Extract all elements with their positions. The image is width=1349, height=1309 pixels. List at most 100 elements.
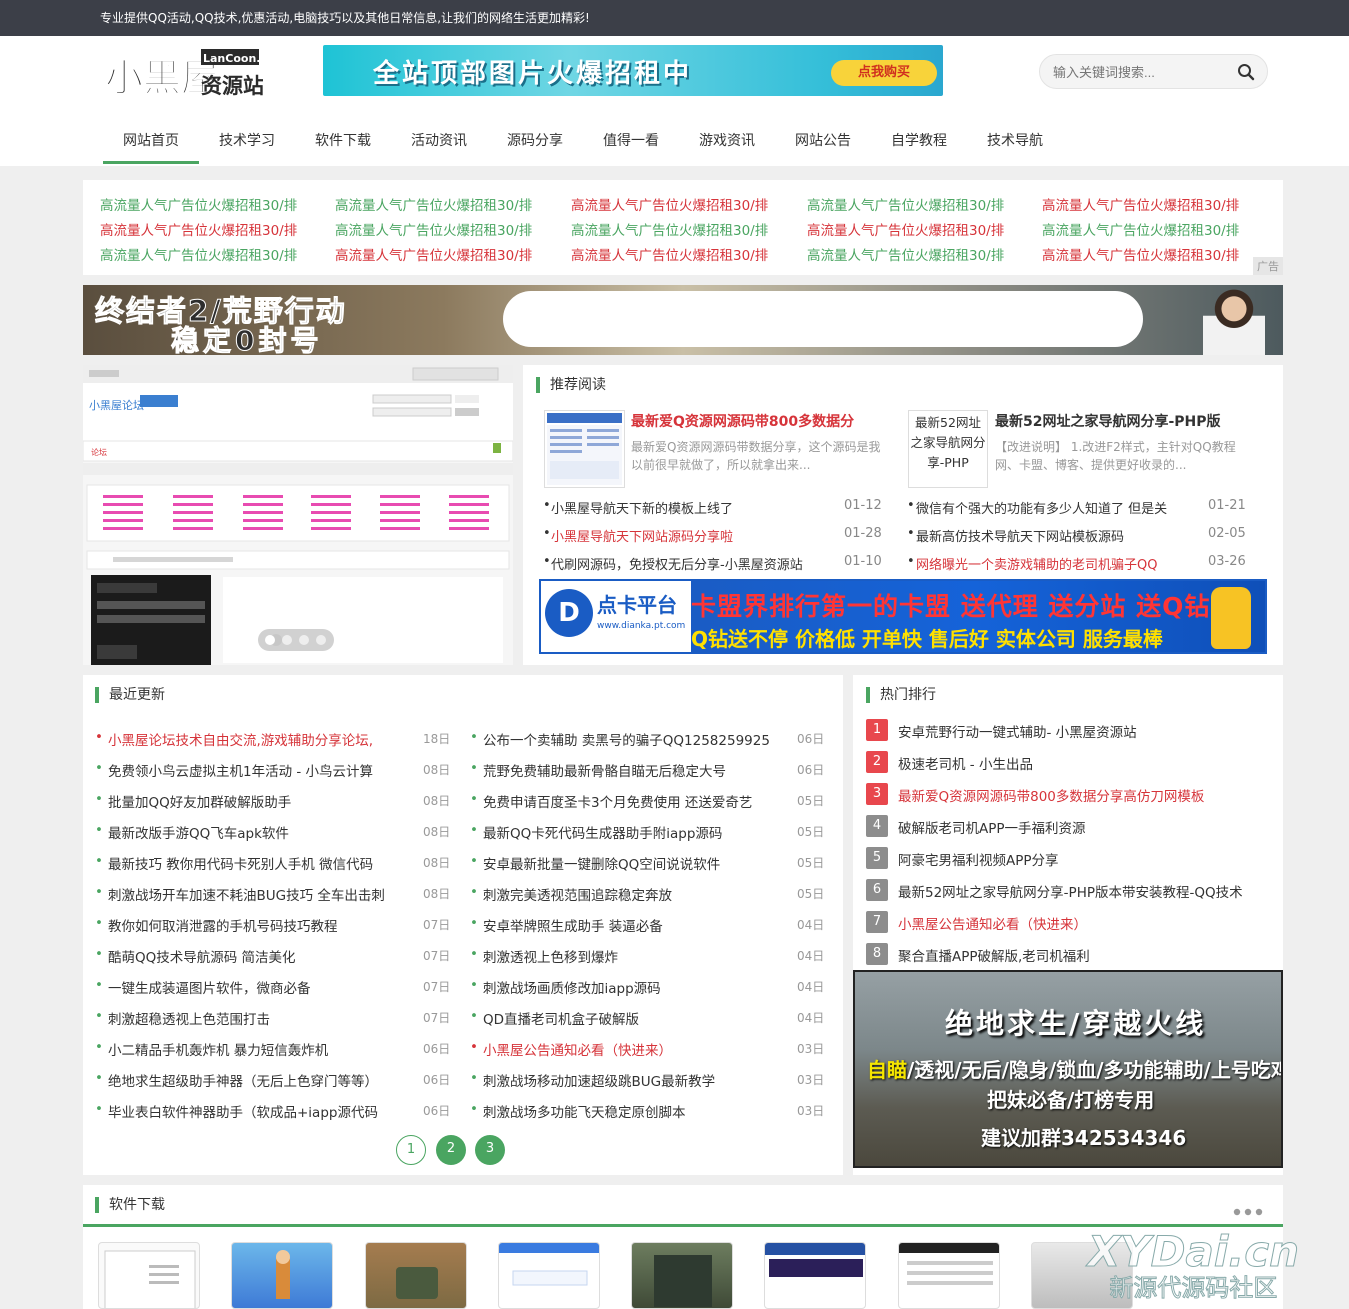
ad-tag: 广告 [1253, 257, 1283, 275]
latest-list-item[interactable]: 刺激战场开车加速不耗油BUG技巧 全车出击刺 [108, 884, 386, 904]
card-platform-ad-banner[interactable]: D 点卡平台 www.dianka.pt.com 卡盟界排行第一的卡盟 送代理 … [539, 579, 1267, 654]
latest-list-item[interactable]: 教你如何取消泄露的手机号码技巧教程 [108, 915, 386, 935]
ad-link[interactable]: 高流量人气广告位火爆招租30/排 [571, 244, 768, 264]
latest-list-item[interactable]: 刺激战场移动加速超级跳BUG最新教学 [483, 1070, 783, 1090]
hot-list-item[interactable]: 阿豪宅男福利视频APP分享 [898, 849, 1059, 869]
hot-list-item[interactable]: 最新爱Q资源网源码带800多数据分享高仿刀网模板 [898, 785, 1204, 805]
latest-list-item[interactable]: 安卓最新批量一键删除QQ空间说说软件 [483, 853, 783, 873]
latest-list-item[interactable]: 小二精品手机轰炸机 暴力短信轰炸机 [108, 1039, 386, 1059]
latest-list-item[interactable]: 最新QQ卡死代码生成器助手附iapp源码 [483, 822, 783, 842]
image-slider[interactable]: 小黑屋论坛 论坛 [83, 365, 513, 665]
feature1-title[interactable]: 最新爱Q资源网源码带800多数据分 [631, 411, 854, 431]
latest-list-item[interactable]: 刺激完美透视范围追踪稳定奔放 [483, 884, 783, 904]
ad-link[interactable]: 高流量人气广告位火爆招租30/排 [807, 244, 1004, 264]
latest-list-item[interactable]: 小黑屋公告通知必看（快进来） [483, 1039, 783, 1059]
latest-list-item[interactable]: 刺激超稳透视上色范围打击 [108, 1008, 386, 1028]
page-1-button[interactable]: 1 [396, 1135, 426, 1165]
page-2-button[interactable]: 2 [436, 1135, 466, 1165]
nav-source[interactable]: 源码分享 [487, 118, 583, 164]
page-3-button[interactable]: 3 [475, 1135, 505, 1165]
nav-games[interactable]: 游戏资讯 [679, 118, 775, 164]
ad-link[interactable]: 高流量人气广告位火爆招租30/排 [335, 244, 532, 264]
ad-link[interactable]: 高流量人气广告位火爆招租30/排 [1042, 219, 1239, 239]
recommend-list-item[interactable]: 最新高仿技术导航天下网站模板源码 [916, 526, 1124, 545]
ad-link[interactable]: 高流量人气广告位火爆招租30/排 [571, 194, 768, 214]
latest-list-item[interactable]: QD直播老司机盒子破解版 [483, 1008, 783, 1028]
search-input[interactable] [1053, 63, 1223, 81]
more-dots-icon[interactable] [1233, 1201, 1263, 1220]
nav-software[interactable]: 软件下载 [295, 118, 391, 164]
hot-list-item[interactable]: 安卓荒野行动一键式辅助- 小黑屋资源站 [898, 721, 1137, 741]
top-ad-text: 全站顶部图片火爆招租中 [373, 59, 693, 89]
recommend-list-item[interactable]: 微信有个强大的功能有多少人知道了 但是关 [916, 498, 1167, 517]
latest-list-item[interactable]: 最新改版手游QQ飞车apk软件 [108, 822, 386, 842]
ad-link[interactable]: 高流量人气广告位火爆招租30/排 [807, 194, 1004, 214]
bullet-icon: • [907, 554, 915, 569]
pubg-ad-banner[interactable]: 绝地求生/穿越火线 自瞄/透视/无后/隐身/锁血/多功能辅助/上号吃鸡 把妹必备… [853, 970, 1283, 1168]
bullet-icon: • [470, 1008, 478, 1024]
game-ad-banner[interactable]: 终结者2/荒野行动 稳定0封号 [83, 285, 1283, 355]
search-icon[interactable] [1237, 63, 1255, 81]
bullet-icon: • [470, 915, 478, 931]
bullet-icon: • [543, 554, 551, 569]
nav-worth[interactable]: 值得一看 [583, 118, 679, 164]
nav-activities[interactable]: 活动资讯 [391, 118, 487, 164]
recommend-list-item[interactable]: 小黑屋导航天下网站源码分享啦 [551, 526, 733, 545]
hot-list-item[interactable]: 破解版老司机APP一手福利资源 [898, 817, 1086, 837]
ad-link[interactable]: 高流量人气广告位火爆招租30/排 [1042, 244, 1239, 264]
latest-list-date: 07日 [423, 980, 451, 994]
feature1-thumbnail[interactable] [544, 410, 625, 488]
ad-link[interactable]: 高流量人气广告位火爆招租30/排 [100, 244, 297, 264]
latest-list-item[interactable]: 安卓举牌照生成助手 装逼必备 [483, 915, 783, 935]
software-thumb-1[interactable] [98, 1242, 200, 1309]
latest-list-item[interactable]: 刺激战场多功能飞天稳定原创脚本 [483, 1101, 783, 1121]
ad-link[interactable]: 高流量人气广告位火爆招租30/排 [335, 194, 532, 214]
latest-list-item[interactable]: 批量加QQ好友加群破解版助手 [108, 791, 386, 811]
ad-link[interactable]: 高流量人气广告位火爆招租30/排 [100, 194, 297, 214]
latest-list-item[interactable]: 免费申请百度圣卡3个月免费使用 还送爱奇艺 [483, 791, 783, 811]
ad-link[interactable]: 高流量人气广告位火爆招租30/排 [335, 219, 532, 239]
latest-list-item[interactable]: 酷萌QQ技术导航源码 简洁美化 [108, 946, 386, 966]
software-thumb-2[interactable] [231, 1242, 333, 1309]
bullet-icon: • [470, 760, 478, 776]
ad-link[interactable]: 高流量人气广告位火爆招租30/排 [571, 219, 768, 239]
feature2-title[interactable]: 最新52网址之家导航网分享-PHP版 [995, 411, 1221, 431]
latest-list-item[interactable]: 小黑屋论坛技术自由交流,游戏辅助分享论坛, [108, 729, 386, 749]
ad-link[interactable]: 高流量人气广告位火爆招租30/排 [1042, 194, 1239, 214]
site-logo[interactable]: 小黑屋 LanCoon.Cn 资源站 [103, 47, 276, 101]
hot-list-item[interactable]: 极速老司机 - 小生出品 [898, 753, 1033, 773]
top-ad-banner[interactable]: 全站顶部图片火爆招租中 点我购买 [323, 45, 943, 96]
nav-notices[interactable]: 网站公告 [775, 118, 871, 164]
latest-list-item[interactable]: 一键生成装逼图片软件，微商必备 [108, 977, 386, 997]
software-thumb-6[interactable] [764, 1242, 866, 1309]
latest-list-item[interactable]: 刺激战场画质修改加iapp源码 [483, 977, 783, 997]
nav-tech-guide[interactable]: 技术导航 [967, 118, 1063, 164]
hot-list-item[interactable]: 最新52网址之家导航网分享-PHP版本带安装教程-QQ技术 [898, 881, 1243, 901]
nav-tutorials[interactable]: 自学教程 [871, 118, 967, 164]
software-thumb-5[interactable] [631, 1242, 733, 1309]
feature2-thumbnail[interactable]: 最新52网址之家导航网分享-PHP [908, 410, 988, 488]
hot-list-item[interactable]: 小黑屋公告通知必看（快进来） [898, 913, 1087, 933]
latest-list-item[interactable]: 免费领小鸟云虚拟主机1年活动 - 小鸟云计算 [108, 760, 386, 780]
game-ad-speech-bubble [503, 291, 1143, 347]
ad-link[interactable]: 高流量人气广告位火爆招租30/排 [807, 219, 1004, 239]
nav-home[interactable]: 网站首页 [103, 118, 199, 164]
top-ad-buy-button[interactable]: 点我购买 [831, 60, 937, 86]
latest-list-item[interactable]: 荒野免费辅助最新骨骼自瞄无后稳定大号 [483, 760, 783, 780]
hot-list-item[interactable]: 聚合直播APP破解版,老司机福利 [898, 945, 1090, 965]
software-thumb-7[interactable] [898, 1242, 1000, 1309]
latest-list-item[interactable]: 最新技巧 教你用代码卡死别人手机 微信代码 [108, 853, 386, 873]
software-thumb-4[interactable] [498, 1242, 600, 1309]
software-thumb-3[interactable] [365, 1242, 467, 1309]
recommend-list-item[interactable]: 小黑屋导航天下新的模板上线了 [551, 498, 733, 517]
latest-list-date: 04日 [797, 1011, 825, 1025]
ad-link[interactable]: 高流量人气广告位火爆招租30/排 [100, 219, 297, 239]
latest-list-item[interactable]: 毕业表白软件神器助手（软成品+iapp源代码 [108, 1101, 386, 1121]
latest-list-item[interactable]: 绝地求生超级助手神器（无后上色穿门等等） [108, 1070, 386, 1090]
latest-list-item[interactable]: 刺激透视上色移到爆炸 [483, 946, 783, 966]
latest-list-item[interactable]: 公布一个卖辅助 卖黑号的骗子QQ1258259925 [483, 729, 783, 749]
recommend-list-item[interactable]: 代刷网源码，免授权无后分享-小黑屋资源站 [551, 554, 803, 573]
svg-text:论坛: 论坛 [91, 447, 107, 457]
recommend-list-item[interactable]: 网络曝光一个卖游戏辅助的老司机骗子QQ [916, 554, 1157, 573]
nav-tech[interactable]: 技术学习 [199, 118, 295, 164]
